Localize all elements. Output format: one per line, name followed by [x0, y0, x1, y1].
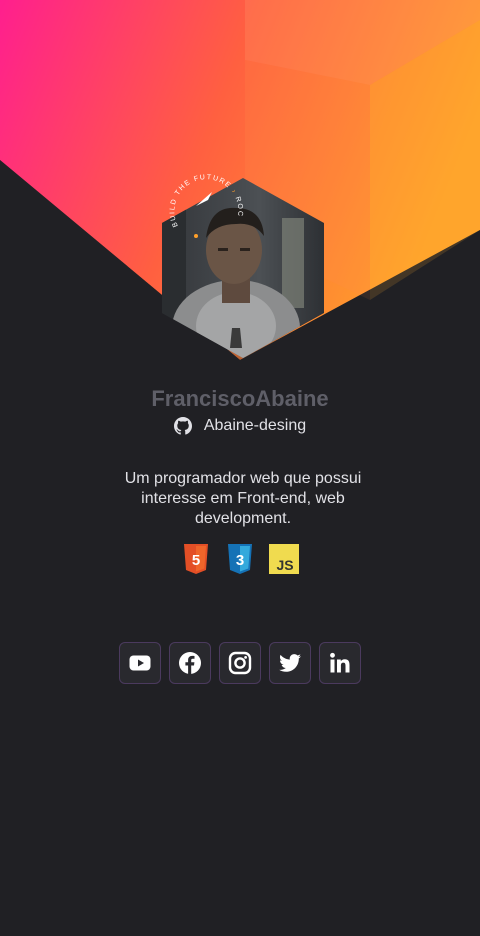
- svg-text:JS: JS: [276, 557, 293, 573]
- profile-name: FranciscoAbaine: [151, 386, 329, 411]
- html5-icon: 5: [181, 544, 211, 574]
- tech-list: 5 3 JS: [0, 544, 480, 574]
- facebook-icon: [179, 652, 201, 674]
- rocket-icon: [196, 192, 212, 206]
- rocketseat-badge: BUILD THE FUTURE › ROCKETSEAT: [158, 156, 244, 238]
- linkedin-button[interactable]: [319, 642, 361, 684]
- javascript-icon: JS: [269, 544, 299, 574]
- github-icon: [173, 417, 192, 435]
- badge-text: BUILD THE FUTURE › ROCKETSEAT: [158, 156, 242, 228]
- svg-text:BUILD THE FUTURE ›: BUILD THE FUTURE › ROCKETSEAT: [158, 156, 244, 228]
- youtube-button[interactable]: [119, 642, 161, 684]
- profile-page: BUILD THE FUTURE › ROCKETSEAT FranciscoA…: [0, 0, 480, 936]
- css3-icon: 3: [225, 544, 255, 574]
- bio-text: Um programador web que possui interesse …: [124, 470, 362, 527]
- facebook-button[interactable]: [169, 642, 211, 684]
- svg-text:5: 5: [192, 552, 200, 569]
- social-links: [0, 642, 480, 684]
- linkedin-icon: [330, 652, 350, 673]
- twitter-icon: [279, 654, 301, 672]
- github-username: Abaine-desing: [203, 417, 307, 434]
- instagram-button[interactable]: [219, 642, 261, 684]
- svg-text:3: 3: [236, 552, 244, 569]
- youtube-icon: [129, 655, 151, 671]
- twitter-button[interactable]: [269, 642, 311, 684]
- instagram-icon: [228, 651, 252, 675]
- github-link[interactable]: Abaine-desing: [0, 417, 480, 435]
